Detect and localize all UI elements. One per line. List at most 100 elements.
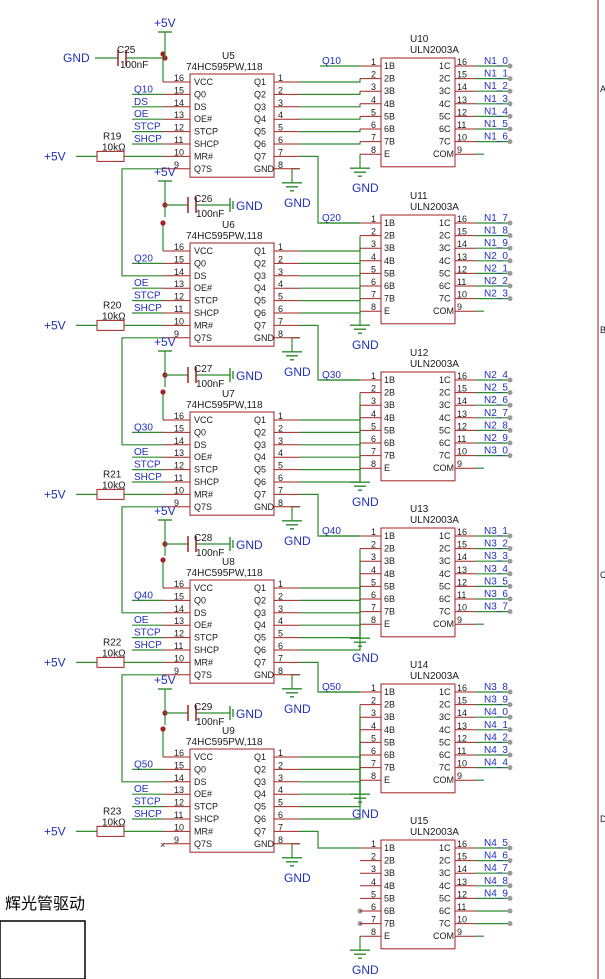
pin-name: Q2 [254,427,266,437]
pin-name: Q1 [254,752,266,762]
pin-name: Q0 [194,595,206,605]
net-terminal [507,427,513,433]
sr-u8-mr-vcc: +5V [44,655,66,669]
sr-u5-ref: U5 [222,51,235,62]
pin-number: 10 [174,147,184,157]
net-terminal [507,908,513,914]
pin-name: 2B [384,856,395,866]
net-terminal [507,702,513,708]
sr-u9-gnd: GND [284,871,311,885]
uln-u10-out-6: N1_6 [484,132,508,143]
pin-name: Q7S [194,333,212,343]
pin-name: Q6 [254,814,266,824]
pin-number: 15 [174,591,184,601]
pin-number: 2 [371,540,376,550]
pin-number: 13 [457,877,467,887]
pin-number: 5 [371,264,376,274]
pin-number: 14 [174,436,184,446]
pin-name: 3C [439,243,451,253]
pin-number: 14 [457,708,467,718]
pin-number: 8 [278,160,283,170]
pin-name: Q1 [254,583,266,593]
pin-name: OE# [194,789,212,799]
pin-name: 4C [439,413,451,423]
uln-u15-ref: U15 [410,816,429,827]
pin-number: 4 [371,877,376,887]
q-output-wire [300,78,361,83]
pin-number: 11 [457,902,466,912]
uln-u12-out-4: N2_8 [484,420,508,431]
pin-name: 3B [384,86,395,96]
pin-name: MR# [194,826,213,836]
pin-number: 11 [457,277,466,287]
pin-number: 6 [278,135,283,145]
uln-u13-gnd: GND [352,651,379,665]
uln-u14-out-6: N4_4 [484,758,508,769]
uln-u14-out-2: N4_0 [484,707,508,718]
pin-name: COM [433,931,454,941]
pin-number: 1 [371,683,376,693]
pin-name: SHCP [194,814,219,824]
pin-name: 4C [439,99,451,109]
pin-number: 11 [174,473,183,483]
pin-name: 5C [439,111,451,121]
q-output-wire [300,742,361,795]
pin-number: 8 [371,927,376,937]
uln-u10-out-2: N1_2 [484,81,508,92]
uln-u12-ref: U12 [410,348,429,359]
net-terminal [507,752,513,758]
pin-number: 10 [457,603,467,613]
net-terminal [507,546,513,552]
pin-number: 12 [457,264,467,274]
pin-number: 2 [371,384,376,394]
uln-u12-out-3: N2_7 [484,408,508,419]
pin-name: 3C [439,556,451,566]
pin-number: 6 [278,473,283,483]
pin-name: Q5 [254,127,266,137]
pin-number: 15 [457,852,467,862]
pin-name: 3B [384,243,395,253]
pin-name: DS [194,777,207,787]
uln-u12-part: ULN2003A [410,359,459,370]
uln-u14-ref: U14 [410,660,429,671]
pin-number: 15 [174,423,184,433]
sheet-frame [0,0,599,979]
pin-number: 10 [174,822,184,832]
pin-number: 7 [371,447,376,457]
pin-number: 5 [371,733,376,743]
pin-name: SHCP [194,477,219,487]
pin-number: 9 [457,145,462,155]
pin-number: 7 [371,603,376,613]
pin-name: Q3 [254,440,266,450]
pin-name: 2B [384,544,395,554]
pin-name: E [384,619,390,629]
net-terminal [507,220,513,226]
pin-number: 13 [174,448,184,458]
pin-name: 7B [384,763,395,773]
pin-number: 16 [457,214,467,224]
pin-number: 9 [174,835,179,845]
pin-name: Q7S [194,670,212,680]
pin-number: 14 [174,98,184,108]
pin-number: 12 [457,577,467,587]
uln-u14-in-net: Q50 [322,682,341,693]
pin-name: COM [433,619,454,629]
cap-c26-gnd: GND [236,199,263,213]
uln-u13-ref: U13 [410,504,429,515]
pin-number: 8 [371,302,376,312]
pin-name: 2C [439,856,451,866]
uln-u11-in-net: Q20 [322,213,341,224]
cap-c28-ref: C28 [194,533,213,544]
pin-number: 6 [371,434,376,444]
pin-number: 3 [371,552,376,562]
pin-number: 7 [371,759,376,769]
pin-name: 3B [384,868,395,878]
cap-c27-val: 100nF [196,379,224,390]
uln-u13-out-3: N3_4 [484,564,508,575]
net-terminal [507,283,513,289]
pin-number: 5 [371,107,376,117]
pin-number: 1 [278,748,283,758]
uln-u11-out-4: N2_1 [484,263,508,274]
pin-number: 10 [457,133,467,143]
q-output-wire [300,116,361,120]
